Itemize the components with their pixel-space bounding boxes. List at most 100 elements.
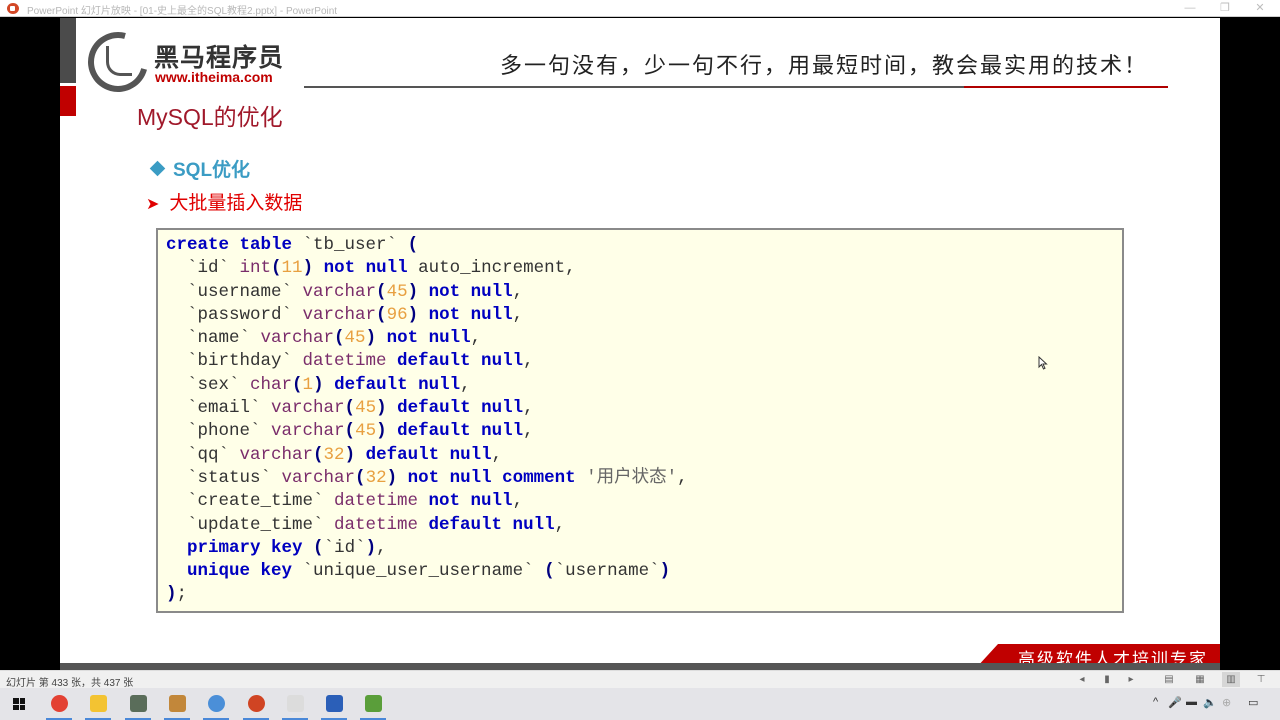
browser-app-icon — [208, 695, 226, 712]
code-token: not null comment — [397, 467, 576, 488]
code-token: , — [376, 537, 387, 558]
code-token: `status` — [166, 467, 282, 488]
powerpoint-app-icon — [7, 3, 19, 14]
code-token: create table — [166, 235, 293, 255]
slide[interactable]: 黑马程序员 www.itheima.com 多一句没有，少一句不行，用最短时间，… — [60, 18, 1220, 663]
minimize-button[interactable]: — — [1175, 0, 1205, 17]
code-token: ( — [313, 537, 324, 558]
network-icon[interactable]: ⊕ — [1222, 696, 1231, 709]
code-token: ; — [176, 584, 188, 605]
code-token: ( — [355, 467, 366, 488]
code-line: `status` varchar(32) not null comment '用… — [166, 467, 688, 490]
volume-icon[interactable]: 🔈 — [1203, 696, 1217, 709]
code-token: datetime — [334, 514, 419, 535]
code-token: ) — [313, 374, 324, 395]
tray-chevron-icon[interactable]: ^ — [1153, 696, 1158, 708]
start-button[interactable] — [0, 688, 38, 720]
code-token: ) — [376, 421, 387, 442]
slogan: 多一句没有，少一句不行，用最短时间，教会最实用的技术！ — [500, 54, 1149, 79]
code-line: `password` varchar(96) not null, — [166, 304, 688, 327]
code-token: ) — [166, 584, 177, 605]
code-token: varchar — [239, 444, 314, 465]
next-slide-button[interactable]: ▸ — [1122, 672, 1140, 687]
code-token: , — [677, 467, 688, 488]
taskbar-app-file-explorer[interactable] — [79, 688, 117, 720]
header-rule-red — [964, 86, 1168, 88]
code-token: ) — [365, 328, 377, 349]
code-token: not null — [376, 328, 471, 349]
code-token: primary key — [166, 537, 303, 558]
reading-view-button[interactable]: ▥ — [1222, 672, 1240, 687]
file-explorer-icon — [90, 695, 108, 712]
code-token: `unique_user_username` — [292, 561, 545, 582]
code-token: `birthday` — [166, 351, 303, 372]
slide-menu-button[interactable]: ▮ — [1098, 672, 1116, 687]
code-token: varchar — [271, 421, 345, 442]
code-token: `email` — [166, 398, 272, 419]
code-token: '用户状态' — [575, 467, 678, 488]
taskbar-app-text-editor[interactable] — [276, 688, 314, 720]
code-line: create table `tb_user` ( — [166, 234, 688, 257]
bullet-level1-text: SQL优化 — [173, 160, 251, 181]
code-token: 32 — [365, 467, 387, 488]
taskbar-app-image-viewer[interactable] — [119, 688, 157, 720]
code-token: 32 — [323, 444, 345, 465]
code-token: ) — [659, 561, 671, 582]
code-token: ( — [334, 328, 345, 349]
restore-button[interactable]: ❐ — [1210, 0, 1240, 17]
code-token: ( — [344, 398, 356, 419]
taskbar-app-powerpoint[interactable] — [237, 688, 275, 720]
code-token: varchar — [302, 304, 377, 325]
code-token: 1 — [302, 374, 314, 395]
code-token: char — [250, 374, 293, 395]
code-token: ( — [376, 281, 387, 302]
code-token: , — [512, 304, 524, 325]
taskbar-app-chrome[interactable] — [40, 688, 78, 720]
close-button[interactable]: ✕ — [1245, 0, 1275, 17]
microphone-icon[interactable]: 🎤 — [1168, 696, 1182, 709]
header-rule-gray — [304, 86, 964, 88]
diamond-bullet-icon — [149, 160, 166, 177]
paint-tool-icon — [168, 695, 186, 712]
code-token: 45 — [344, 328, 366, 349]
code-token: , — [512, 491, 524, 512]
normal-view-button[interactable]: ▤ — [1160, 672, 1178, 687]
windows-logo-icon — [13, 698, 25, 710]
notifications-icon[interactable]: ▭ — [1248, 696, 1258, 709]
code-token: ( — [271, 258, 282, 279]
taskbar-app-browser-app[interactable] — [197, 688, 235, 720]
code-token: ) — [365, 537, 377, 558]
code-token: ( — [313, 444, 324, 465]
code-token: ) — [386, 467, 398, 488]
slide-sorter-button[interactable]: ▦ — [1191, 672, 1209, 687]
code-token: , — [491, 444, 503, 465]
code-line: `create_time` datetime not null, — [166, 490, 688, 513]
code-token: ) — [344, 444, 356, 465]
footer-banner-text: 高级软件人才培训专家 — [1018, 650, 1208, 663]
code-token: ) — [407, 304, 419, 325]
code-line: ); — [166, 583, 688, 606]
slide-title: MySQL的优化 — [137, 104, 283, 130]
code-line: `username` varchar(45) not null, — [166, 281, 688, 304]
arrow-bullet-icon: ➤ — [146, 196, 160, 213]
code-line: `sex` char(1) default null, — [166, 374, 688, 397]
code-token: varchar — [260, 328, 335, 349]
code-token: ( — [544, 561, 555, 582]
previous-slide-button[interactable]: ◂ — [1073, 672, 1091, 687]
bullet-level2: ➤ 大批量插入数据 — [146, 188, 302, 215]
bullet-level1: SQL优化 — [149, 155, 251, 182]
code-token: default null — [386, 421, 524, 442]
taskbar-app-paint-tool[interactable] — [158, 688, 196, 720]
slideshow-view-button[interactable]: ⊤ — [1252, 672, 1270, 687]
sql-code: create table `tb_user` ( `id` int(11) no… — [166, 234, 688, 607]
code-token: 45 — [355, 421, 377, 442]
code-token: , — [470, 328, 482, 349]
code-token: datetime — [334, 491, 419, 512]
taskbar-app-notepad-edit[interactable] — [354, 688, 392, 720]
code-token: `create_time` — [166, 491, 335, 512]
taskbar-app-word[interactable] — [315, 688, 353, 720]
battery-icon[interactable]: ▬ — [1186, 696, 1197, 708]
chrome-icon — [51, 695, 68, 712]
code-token: , — [554, 514, 566, 535]
code-line: unique key `unique_user_username` (`user… — [166, 560, 688, 583]
